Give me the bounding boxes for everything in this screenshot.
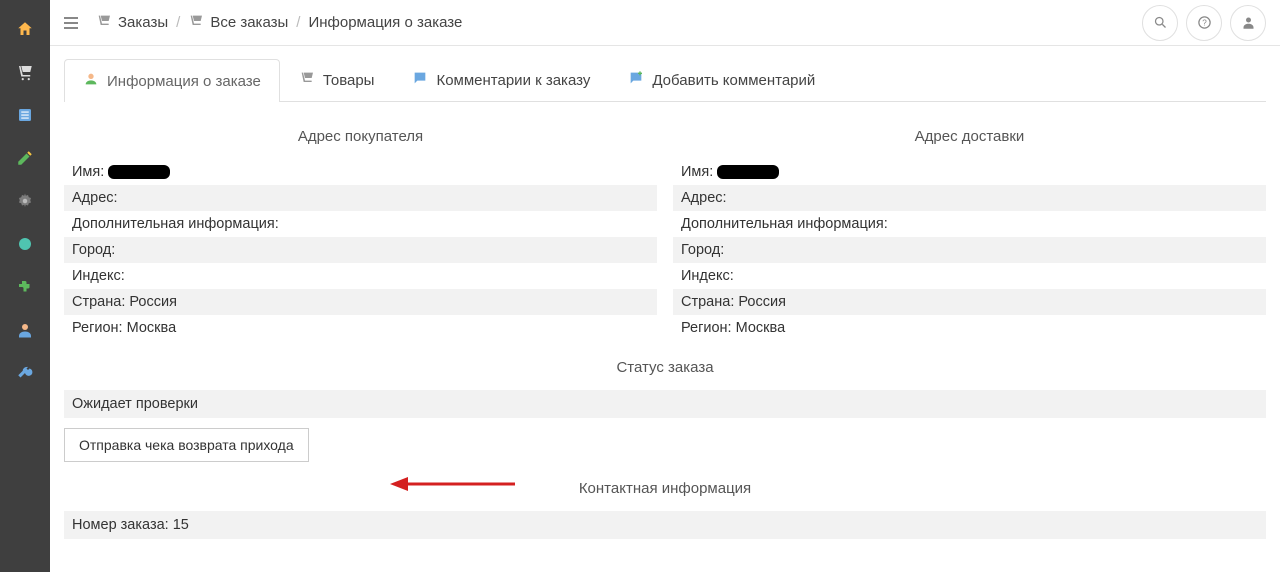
comment-icon [412,70,428,90]
breadcrumb-orders[interactable]: Заказы [96,13,168,33]
contact-title: Контактная информация [64,462,1266,511]
redacted-value [108,165,170,179]
status-value: Ожидает проверки [64,390,1266,418]
buyer-address-row: Адрес: [64,185,657,211]
breadcrumb-label: Информация о заказе [308,14,462,31]
status-title: Статус заказа [64,341,1266,390]
tab-label: Комментарии к заказу [436,72,590,89]
add-comment-icon [628,70,644,90]
sidebar [0,0,50,572]
wrench-icon [16,364,34,382]
tab-order-info[interactable]: Информация о заказе [64,59,280,102]
shipping-name-row: Имя: [673,159,1266,185]
buyer-country-row: Страна: Россия [64,289,657,315]
search-button[interactable] [1142,5,1178,41]
sidebar-settings[interactable] [0,180,50,221]
shipping-index-row: Индекс: [673,263,1266,289]
sidebar-tools[interactable] [0,352,50,393]
breadcrumb-separator: / [296,14,300,31]
shipping-addinfo-row: Дополнительная информация: [673,211,1266,237]
list-icon [16,106,34,124]
content-area: Информация о заказе Товары Комментарии к… [50,46,1280,572]
user-icon [1241,15,1256,30]
menu-toggle[interactable] [64,12,86,34]
help-button[interactable]: ? [1186,5,1222,41]
sidebar-design[interactable] [0,137,50,178]
breadcrumb-separator: / [176,14,180,31]
cart-icon [188,13,204,33]
user-icon [83,71,99,91]
redacted-value [717,165,779,179]
buyer-address-panel: Адрес покупателя Имя: Адрес: Дополнитель… [64,122,657,341]
tab-add-comment[interactable]: Добавить комментарий [609,58,834,101]
home-icon [16,20,34,38]
breadcrumb-label: Все заказы [210,14,288,31]
breadcrumb-all-orders[interactable]: Все заказы [188,13,288,33]
buyer-index-row: Индекс: [64,263,657,289]
profile-button[interactable] [1230,5,1266,41]
buyer-name-row: Имя: [64,159,657,185]
shipping-address-row: Адрес: [673,185,1266,211]
gear-icon [16,192,34,210]
sidebar-users[interactable] [0,309,50,350]
tab-products[interactable]: Товары [280,58,394,101]
breadcrumb-label: Заказы [118,14,168,31]
order-number-row: Номер заказа: 15 [64,511,1266,539]
buyer-city-row: Город: [64,237,657,263]
tab-label: Товары [323,72,375,89]
cart-icon [299,70,315,90]
sidebar-home[interactable] [0,8,50,49]
breadcrumb-order-info: Информация о заказе [308,14,462,31]
tab-label: Информация о заказе [107,73,261,90]
sidebar-catalog[interactable] [0,94,50,135]
buyer-addinfo-row: Дополнительная информация: [64,211,657,237]
globe-icon [16,235,34,253]
search-icon [1153,15,1168,30]
shipping-region-row: Регион: Москва [673,315,1266,341]
tab-comments[interactable]: Комментарии к заказу [393,58,609,101]
shipping-country-row: Страна: Россия [673,289,1266,315]
topbar: Заказы / Все заказы / Информация о заказ… [50,0,1280,46]
tab-label: Добавить комментарий [652,72,815,89]
cart-icon [96,13,112,33]
cart-icon [16,63,34,81]
buyer-title: Адрес покупателя [64,122,657,159]
shipping-city-row: Город: [673,237,1266,263]
help-icon: ? [1197,15,1212,30]
shipping-title: Адрес доставки [673,122,1266,159]
buyer-region-row: Регион: Москва [64,315,657,341]
send-return-receipt-button[interactable]: Отправка чека возврата прихода [64,428,309,462]
sidebar-cart[interactable] [0,51,50,92]
shipping-address-panel: Адрес доставки Имя: Адрес: Дополнительна… [673,122,1266,341]
sidebar-globe[interactable] [0,223,50,264]
puzzle-icon [16,278,34,296]
sidebar-modules[interactable] [0,266,50,307]
tabs: Информация о заказе Товары Комментарии к… [64,58,1266,102]
pencil-icon [16,149,34,167]
user-icon [16,321,34,339]
breadcrumb: Заказы / Все заказы / Информация о заказ… [96,13,462,33]
svg-text:?: ? [1202,19,1207,28]
